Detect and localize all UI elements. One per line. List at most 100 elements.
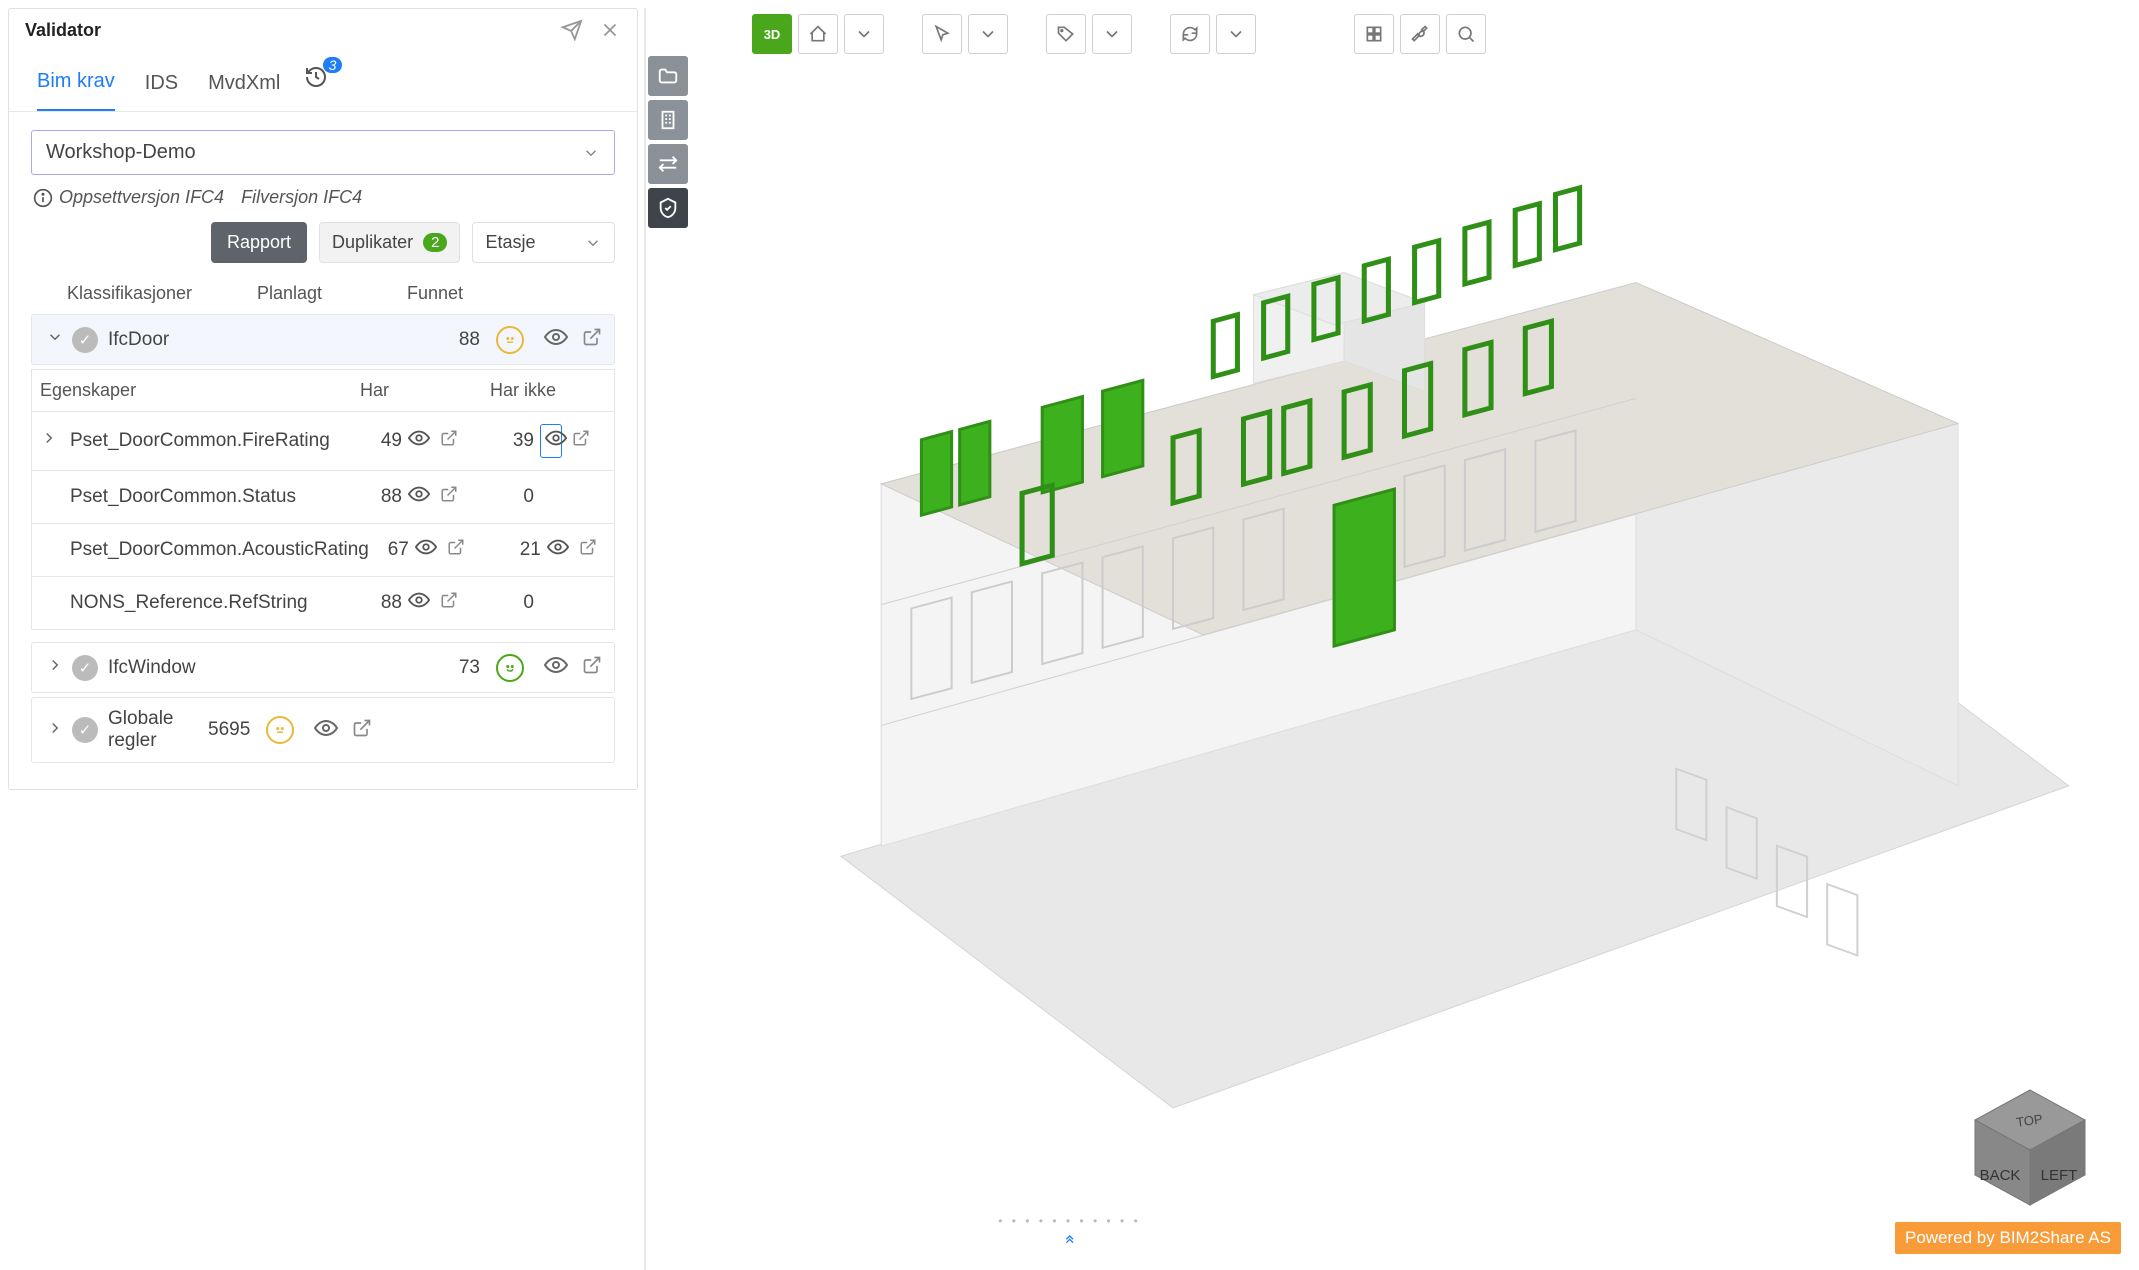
class-row-ifcwindow[interactable]: ✓ IfcWindow 73 (31, 642, 615, 693)
eye-icon[interactable] (314, 716, 338, 745)
external-icon[interactable] (352, 718, 372, 743)
prop-row[interactable]: NONS_Reference.RefString 88 0 (31, 577, 615, 630)
tab-history[interactable]: 3 (304, 65, 328, 111)
th-planlagt: Planlagt (257, 283, 407, 304)
prop-name: Pset_DoorCommon.Status (70, 486, 362, 508)
chevron-down-icon[interactable] (1216, 14, 1256, 54)
class-name: Globale regler (108, 708, 208, 752)
viewer-tag-button[interactable] (1046, 14, 1086, 54)
etasje-label: Etasje (485, 232, 535, 253)
chevron-right-icon (46, 656, 66, 679)
external-icon[interactable] (582, 655, 602, 680)
face-neutral-icon (496, 326, 524, 354)
eye-icon[interactable] (544, 325, 568, 354)
th-funnet: Funnet (407, 283, 611, 304)
eye-icon[interactable] (544, 653, 568, 682)
view-cube[interactable]: TOP BACK LEFT (1965, 1080, 2095, 1210)
external-icon[interactable] (579, 538, 597, 562)
th-klass: Klassifikasjoner (67, 283, 257, 304)
check-icon: ✓ (72, 655, 98, 681)
external-icon[interactable] (440, 429, 458, 453)
send-icon[interactable] (561, 19, 583, 41)
class-name: IfcDoor (108, 329, 430, 351)
external-icon[interactable] (582, 327, 602, 352)
check-icon: ✓ (72, 327, 98, 353)
duplikater-button[interactable]: Duplikater 2 (319, 222, 460, 263)
external-icon[interactable] (572, 429, 590, 453)
face-neutral-icon (266, 716, 294, 744)
chevron-right-icon (46, 719, 66, 742)
chevron-down-icon[interactable] (968, 14, 1008, 54)
class-row-globale[interactable]: ✓ Globale regler 5695 (31, 697, 615, 763)
prop-not: 0 (494, 486, 534, 508)
duplikater-count: 2 (423, 233, 447, 252)
external-icon[interactable] (447, 538, 465, 562)
viewer-home-button[interactable] (798, 14, 838, 54)
cube-left-label: LEFT (2041, 1167, 2078, 1184)
meta-file: Filversjon IFC4 (241, 187, 362, 208)
class-row-ifcdoor[interactable]: ✓ IfcDoor 88 (31, 314, 615, 365)
eye-icon[interactable] (415, 536, 437, 564)
powered-by-badge: Powered by BIM2Share AS (1895, 1222, 2121, 1254)
class-found: 73 (430, 657, 480, 679)
viewer-refresh-button[interactable] (1170, 14, 1210, 54)
prop-has: 88 (362, 592, 402, 614)
check-icon: ✓ (72, 717, 98, 743)
tab-mvdxml[interactable]: MvdXml (208, 72, 280, 111)
building-model (700, 80, 2109, 1230)
face-happy-icon (496, 654, 524, 682)
eye-icon[interactable] (408, 427, 430, 455)
sidebar-folder-button[interactable] (648, 56, 688, 96)
etasje-select[interactable]: Etasje (472, 222, 615, 263)
viewer-search-button[interactable] (1446, 14, 1486, 54)
3d-viewport[interactable] (700, 80, 2109, 1230)
tab-bimkrav[interactable]: Bim krav (37, 70, 115, 111)
viewer-wrench-button[interactable] (1400, 14, 1440, 54)
chevron-down-icon[interactable] (1092, 14, 1132, 54)
workshop-select-value: Workshop-Demo (46, 141, 196, 164)
workshop-select[interactable]: Workshop-Demo (31, 130, 615, 175)
prop-name: NONS_Reference.RefString (70, 592, 362, 614)
meta-setup: Oppsettversjon IFC4 (59, 187, 224, 208)
sidebar-shield-button[interactable] (648, 188, 688, 228)
viewer-cursor-button[interactable] (922, 14, 962, 54)
external-icon[interactable] (440, 591, 458, 615)
eye-icon[interactable] (408, 483, 430, 511)
history-badge: 3 (323, 57, 343, 73)
prop-has: 88 (362, 486, 402, 508)
close-icon[interactable] (599, 19, 621, 41)
prop-row[interactable]: Pset_DoorCommon.AcousticRating 67 21 (31, 524, 615, 577)
chevron-down-icon[interactable] (844, 14, 884, 54)
prop-has: 67 (369, 539, 409, 561)
prop-row[interactable]: Pset_DoorCommon.FireRating 49 39 (31, 412, 615, 471)
class-name: IfcWindow (108, 657, 430, 679)
prop-not: 39 (494, 430, 534, 452)
prop-not: 21 (501, 539, 541, 561)
prop-not: 0 (494, 592, 534, 614)
ph-egenskaper: Egenskaper (40, 380, 360, 401)
ph-harikke: Har ikke (490, 380, 606, 401)
drag-dots-icon: • • • • • • • • • • • (998, 1214, 1141, 1228)
bottom-drawer-handle[interactable]: • • • • • • • • • • • (998, 1214, 1141, 1246)
viewer-grid-button[interactable] (1354, 14, 1394, 54)
viewer-mode-3d[interactable]: 3D (752, 14, 792, 54)
sidebar-swap-button[interactable] (648, 144, 688, 184)
prop-name: Pset_DoorCommon.AcousticRating (70, 539, 369, 561)
info-icon (33, 188, 53, 208)
chevron-down-icon (46, 328, 66, 351)
rapport-button[interactable]: Rapport (211, 222, 307, 263)
prop-row[interactable]: Pset_DoorCommon.Status 88 0 (31, 471, 615, 524)
panel-title: Validator (25, 20, 101, 41)
eye-icon[interactable] (547, 536, 569, 564)
sidebar-building-button[interactable] (648, 100, 688, 140)
duplikater-label: Duplikater (332, 232, 413, 253)
prop-has: 49 (362, 430, 402, 452)
class-found: 5695 (208, 719, 250, 741)
tab-ids[interactable]: IDS (145, 72, 178, 111)
collapse-up-icon (1062, 1230, 1078, 1246)
external-icon[interactable] (440, 485, 458, 509)
class-found: 88 (430, 329, 480, 351)
eye-icon-active[interactable] (540, 424, 562, 458)
cube-back-label: BACK (1980, 1167, 2021, 1184)
eye-icon[interactable] (408, 589, 430, 617)
